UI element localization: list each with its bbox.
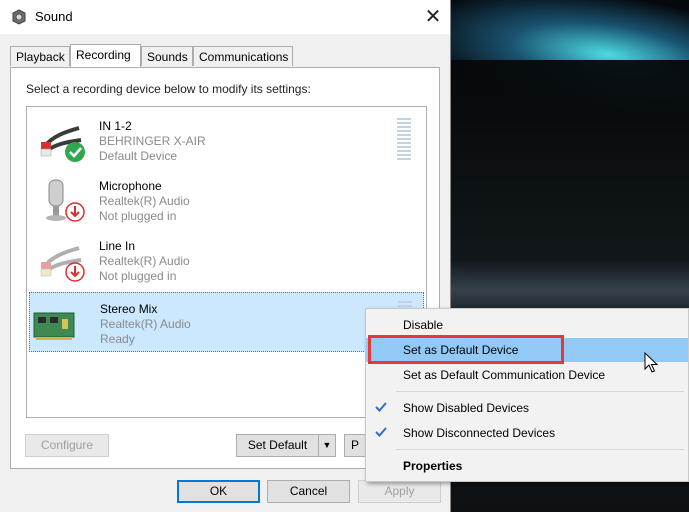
ok-button[interactable]: OK [177,480,260,503]
set-default-button[interactable]: Set Default [236,434,319,457]
configure-button[interactable]: Configure [25,434,109,457]
mouse-cursor-icon [644,352,658,373]
menu-item-show-disconnected-devices[interactable]: Show Disconnected Devices [366,421,688,445]
device-status: Not plugged in [99,209,177,223]
speaker-app-icon [12,9,26,25]
tab-playback[interactable]: Playback [10,46,70,66]
tab-communications[interactable]: Communications [193,46,293,66]
device-name: Microphone [99,179,162,193]
device-name: IN 1-2 [99,119,132,133]
device-status: Default Device [99,149,178,163]
menu-separator [396,391,684,392]
menu-item-show-disabled-devices[interactable]: Show Disabled Devices [366,396,688,420]
tab-sounds[interactable]: Sounds [141,46,193,66]
checkmark-icon [375,402,387,412]
menu-item-properties[interactable]: Properties [366,454,688,478]
device-in-1-2[interactable]: IN 1-2 BEHRINGER X-AIR Default Device [27,110,426,170]
window-title: Sound [35,9,73,24]
menu-separator [396,449,684,450]
highlight-annotation-box [368,335,564,364]
device-driver: Realtek(R) Audio [99,254,190,268]
level-meter [397,118,411,162]
sound-card-icon [33,312,75,340]
device-driver: Realtek(R) Audio [100,317,191,331]
device-line-in[interactable]: Line In Realtek(R) Audio Not plugged in [27,230,426,290]
apply-button[interactable]: Apply [358,480,441,503]
menu-item-label: Disable [403,318,444,332]
menu-item-disable[interactable]: Disable [366,313,688,337]
device-name: Stereo Mix [100,302,158,316]
checkmark-icon [375,427,387,437]
device-driver: Realtek(R) Audio [99,194,190,208]
device-status: Not plugged in [99,269,177,283]
cancel-button[interactable]: Cancel [267,480,350,503]
rca-cable-icon [40,126,85,162]
menu-item-label: Show Disconnected Devices [403,426,556,440]
menu-item-label: Properties [403,459,463,473]
rca-cable-icon [40,246,85,282]
menu-item-label: Show Disabled Devices [403,401,530,415]
microphone-icon [46,179,85,222]
device-driver: BEHRINGER X-AIR [99,134,206,148]
set-default-dropdown[interactable]: ▼ [318,434,336,457]
device-status: Ready [100,332,135,346]
chevron-down-icon: ▼ [322,440,332,450]
menu-item-label: Set as Default Communication Device [403,368,606,382]
device-name: Line In [99,239,136,253]
menu-item-set-default-communication-device[interactable]: Set as Default Communication Device [366,363,688,387]
tab-recording[interactable]: Recording [70,44,141,68]
title-bar: Sound ✕ [0,0,450,34]
instruction-text: Select a recording device below to modif… [26,82,311,96]
close-button[interactable]: ✕ [418,2,448,32]
device-microphone[interactable]: Microphone Realtek(R) Audio Not plugged … [27,170,426,230]
